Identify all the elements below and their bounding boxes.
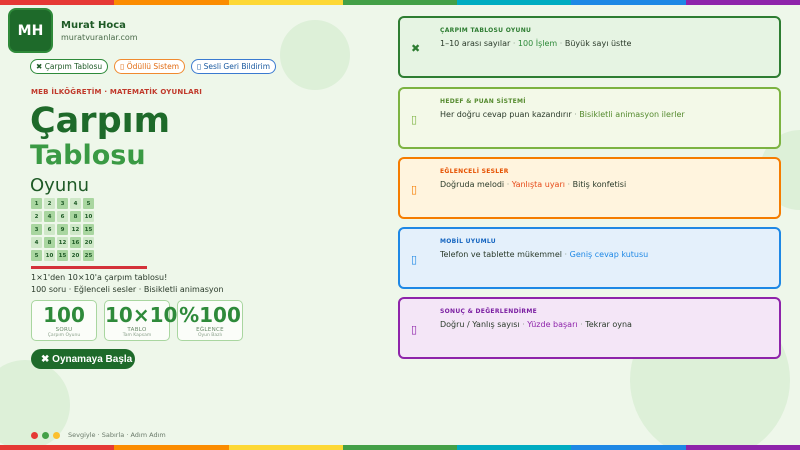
hero-title-line2: Tablosu <box>30 140 146 171</box>
grid-cell: 15 <box>83 224 94 235</box>
music-icon: ▯ <box>411 183 418 196</box>
chip-label: Çarpım Tablosu <box>44 62 103 71</box>
target-icon: ▯ <box>411 113 418 126</box>
trophy-icon: ▯ <box>120 62 125 71</box>
grid-cell: 6 <box>57 211 68 222</box>
multiply-icon: ✖ <box>36 62 43 71</box>
logo: MH <box>8 8 53 53</box>
card-results[interactable]: ▯ SONUÇ & DEĞERLENDİRME Doğru / Yanlış s… <box>398 297 781 359</box>
play-button-label: Oynamaya Başla <box>52 353 133 365</box>
grid-cell: 25 <box>83 250 94 261</box>
red-dot-icon <box>31 431 38 439</box>
speaker-icon: ▯ <box>197 62 202 71</box>
grid-cell: 8 <box>44 237 55 248</box>
card-description: 1–10 arası sayılar · 100 İşlem · Büyük s… <box>440 39 632 48</box>
chip-multiplication[interactable]: ✖ Çarpım Tablosu <box>30 59 109 74</box>
grid-cell: 3 <box>57 198 68 209</box>
chip-label: Ödüllü Sistem <box>126 62 180 71</box>
card-mobile-friendly[interactable]: ▯ MOBİL UYUMLU Telefon ve tablette mükem… <box>398 227 781 289</box>
grid-cell: 16 <box>70 237 81 248</box>
grid-cell: 6 <box>44 224 55 235</box>
grid-cell: 10 <box>44 250 55 261</box>
card-title: SONUÇ & DEĞERLENDİRME <box>440 308 537 315</box>
card-goal-points[interactable]: ▯ HEDEF & PUAN SİSTEMİ Her doğru cevap p… <box>398 87 781 149</box>
grid-cell: 2 <box>44 198 55 209</box>
grid-cell: 4 <box>31 237 42 248</box>
card-title: MOBİL UYUMLU <box>440 238 496 245</box>
green-dot-icon <box>42 431 49 439</box>
card-description: Doğruda melodi · Yanlışta uyarı · Bitiş … <box>440 180 627 189</box>
yellow-dot-icon <box>53 431 60 439</box>
grid-cell: 15 <box>57 250 68 261</box>
grid-cell: 2 <box>31 211 42 222</box>
multiply-icon: ✖ <box>411 42 421 55</box>
grid-cell: 9 <box>57 224 68 235</box>
multiplication-grid: 1 2 3 4 5 2 4 6 8 10 3 6 9 12 15 4 8 12 16 20 5 10 15 20 25 <box>31 198 94 261</box>
stat-sublabel: Çarpım Oyunu <box>47 333 81 338</box>
decor-circle <box>280 20 350 90</box>
card-description: Her doğru cevap puan kazandırır · Bisikl… <box>440 110 685 119</box>
stat-value: 10×10 <box>105 303 178 327</box>
brand[interactable]: MH Murat Hoca muratvuranlar.com <box>8 8 138 53</box>
grid-cell: 10 <box>83 211 94 222</box>
multiply-icon: ✖ <box>41 353 50 365</box>
grid-cell: 12 <box>70 224 81 235</box>
grid-cell: 20 <box>70 250 81 261</box>
footer: Sevgiyle · Sabırla · Adım Adım <box>31 431 166 439</box>
stat-questions: 100 SORU Çarpım Oyunu <box>31 300 97 341</box>
stat-table: 10×10 TABLO Tam Kapsam <box>104 300 178 341</box>
chip-reward-system[interactable]: ▯ Ödüllü Sistem <box>114 59 186 74</box>
card-multiplication-game[interactable]: ✖ ÇARPIM TABLOSU OYUNU 1–10 arası sayıla… <box>398 16 781 78</box>
stat-value: %100 <box>179 303 241 327</box>
chip-label: Sesli Geri Bildirim <box>203 62 271 71</box>
rainbow-bottom-bar <box>0 445 800 450</box>
grid-cell: 3 <box>31 224 42 235</box>
chip-audio-feedback[interactable]: ▯ Sesli Geri Bildirim <box>191 59 277 74</box>
hero-subtitle: MEB İLKÖĞRETİM · MATEMATİK OYUNLARI <box>31 88 203 96</box>
grid-cell: 1 <box>31 198 42 209</box>
grid-cell: 4 <box>70 198 81 209</box>
hero-description-1: 1×1'den 10×10'a çarpım tablosu! <box>31 273 168 282</box>
stat-value: 100 <box>43 303 85 327</box>
grid-cell: 4 <box>44 211 55 222</box>
stats-row: 100 SORU Çarpım Oyunu 10×10 TABLO Tam Ka… <box>31 300 243 341</box>
card-description: Telefon ve tablette mükemmel · Geniş cev… <box>440 250 649 259</box>
brand-name: Murat Hoca <box>61 19 126 31</box>
divider <box>31 266 147 269</box>
brand-url: muratvuranlar.com <box>61 32 138 42</box>
grid-cell: 20 <box>83 237 94 248</box>
rainbow-top-bar <box>0 0 800 5</box>
card-fun-sounds[interactable]: ▯ EĞLENCELİ SESLER Doğruda melodi · Yanl… <box>398 157 781 219</box>
footer-text: Sevgiyle · Sabırla · Adım Adım <box>68 431 166 439</box>
mobile-icon: ▯ <box>411 253 418 266</box>
hero-title-line1: Çarpım <box>30 101 171 141</box>
grid-cell: 5 <box>31 250 42 261</box>
grid-cell: 8 <box>70 211 81 222</box>
card-title: EĞLENCELİ SESLER <box>440 168 509 175</box>
card-title: ÇARPIM TABLOSU OYUNU <box>440 27 532 34</box>
grid-cell: 12 <box>57 237 68 248</box>
stat-fun: %100 EĞLENCE Oyun Bazlı <box>177 300 243 341</box>
card-title: HEDEF & PUAN SİSTEMİ <box>440 98 526 105</box>
card-description: Doğru / Yanlış sayısı · Yüzde başarı · T… <box>440 320 632 329</box>
stat-sublabel: Oyun Bazlı <box>197 333 223 338</box>
hero-description-2: 100 soru · Eğlenceli sesler · Bisikletli… <box>31 285 224 294</box>
grid-cell: 5 <box>83 198 94 209</box>
play-button[interactable]: ✖ Oynamaya Başla <box>31 349 135 369</box>
stat-sublabel: Tam Kapsam <box>122 333 152 338</box>
chart-icon: ▯ <box>411 323 418 336</box>
feature-chips: ✖ Çarpım Tablosu ▯ Ödüllü Sistem ▯ Sesli… <box>30 59 277 74</box>
hero-title-line3: Oyunu <box>30 175 90 196</box>
